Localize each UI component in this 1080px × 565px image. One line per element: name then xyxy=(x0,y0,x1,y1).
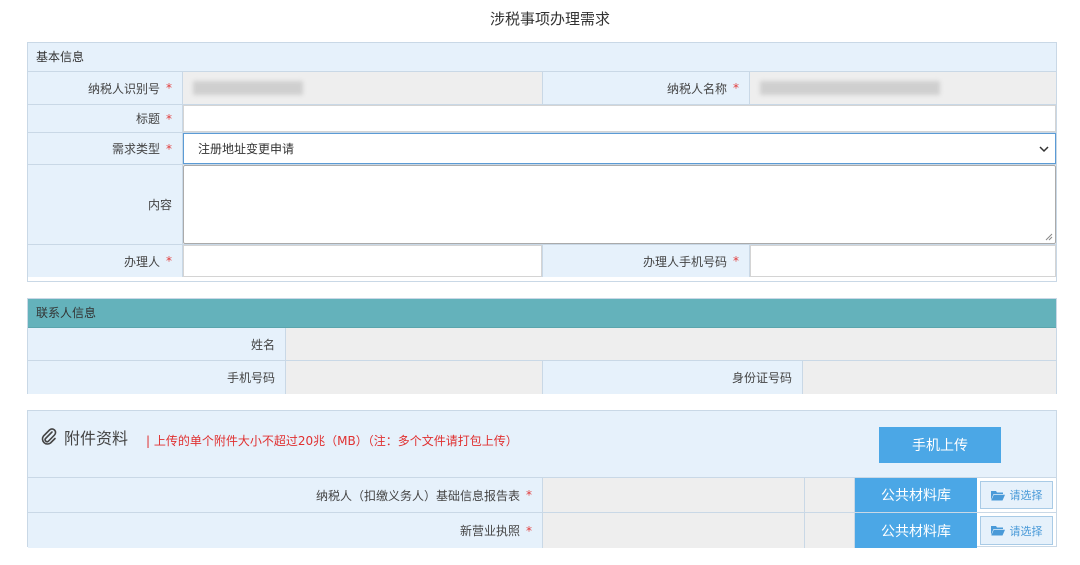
content-row: 内容 xyxy=(28,165,1056,245)
attachments-panel: | 上传的单个附件大小不超过20兆（MB）（注：多个文件请打包上传） 附件资料 … xyxy=(27,410,1057,548)
contact-phone-field[interactable] xyxy=(286,361,543,394)
taxpayer-name-field[interactable] xyxy=(750,72,1056,104)
contact-header: 联系人信息 xyxy=(28,299,1056,328)
contact-id-label: 身份证号码 xyxy=(543,361,803,394)
attachment-spacer xyxy=(805,478,855,512)
basic-info-panel: 基本信息 纳税人识别号 * 纳税人名称 * 标题 * 需求类型 * 注册地址变更申请 xyxy=(27,42,1057,282)
attachment-label: 纳税人（扣缴义务人）基础信息报告表 * xyxy=(28,478,543,512)
handler-cell xyxy=(183,245,543,277)
contact-panel: 联系人信息 姓名 手机号码 身份证号码 xyxy=(27,298,1057,394)
handler-label: 办理人 * xyxy=(28,245,183,277)
content-cell xyxy=(183,165,1056,244)
choose-cell: 请选择 xyxy=(977,513,1056,548)
handler-row: 办理人 * 办理人手机号码 * xyxy=(28,245,1056,277)
request-type-select[interactable]: 注册地址变更申请 xyxy=(183,133,1056,164)
request-type-label: 需求类型 * xyxy=(28,133,183,164)
redacted-value xyxy=(760,81,940,95)
attachments-title: 附件资料 xyxy=(40,425,128,449)
attachment-file-field xyxy=(543,478,805,512)
request-type-selected: 注册地址变更申请 xyxy=(198,142,295,156)
request-type-cell: 注册地址变更申请 xyxy=(183,133,1056,164)
choose-file-button[interactable]: 请选择 xyxy=(980,516,1053,545)
taxpayer-name-label: 纳税人名称 * xyxy=(543,72,750,104)
contact-name-row: 姓名 xyxy=(28,328,1056,361)
attachments-header: | 上传的单个附件大小不超过20兆（MB）（注：多个文件请打包上传） 附件资料 … xyxy=(28,411,1056,478)
taxpayer-id-field[interactable] xyxy=(183,72,543,104)
attachment-spacer xyxy=(805,513,855,548)
contact-name-label: 姓名 xyxy=(28,328,286,360)
contact-id-field[interactable] xyxy=(803,361,1056,394)
taxpayer-row: 纳税人识别号 * 纳税人名称 * xyxy=(28,72,1056,105)
handler-phone-input[interactable] xyxy=(750,245,1056,277)
subject-label: 标题 * xyxy=(28,105,183,132)
redacted-value xyxy=(193,81,303,95)
chevron-down-icon xyxy=(1039,145,1049,152)
subject-cell xyxy=(183,105,1056,132)
contact-phone-row: 手机号码 身份证号码 xyxy=(28,361,1056,394)
content-textarea[interactable] xyxy=(183,165,1056,244)
attachment-file-field xyxy=(543,513,805,548)
resize-grip-icon[interactable] xyxy=(1045,233,1053,241)
basic-info-header: 基本信息 xyxy=(28,43,1056,72)
taxpayer-id-label: 纳税人识别号 * xyxy=(28,72,183,104)
choose-file-button[interactable]: 请选择 xyxy=(980,481,1053,509)
handler-phone-label: 办理人手机号码 * xyxy=(543,245,750,277)
subject-row: 标题 * xyxy=(28,105,1056,133)
handler-input[interactable] xyxy=(183,245,542,277)
handler-phone-cell xyxy=(750,245,1056,277)
public-library-button[interactable]: 公共材料库 xyxy=(855,478,977,512)
folder-open-icon xyxy=(990,526,1005,536)
contact-phone-label: 手机号码 xyxy=(28,361,286,394)
page-title: 涉税事项办理需求 xyxy=(489,10,610,28)
public-library-button[interactable]: 公共材料库 xyxy=(855,513,977,548)
choose-cell: 请选择 xyxy=(977,478,1056,512)
paperclip-icon xyxy=(41,428,57,445)
request-type-row: 需求类型 * 注册地址变更申请 xyxy=(28,133,1056,165)
content-label: 内容 xyxy=(28,165,183,244)
attachment-label: 新营业执照 * xyxy=(28,513,543,548)
attachment-row: 纳税人（扣缴义务人）基础信息报告表 * 公共材料库 请选择 xyxy=(28,478,1056,513)
folder-open-icon xyxy=(990,490,1005,500)
attachment-row: 新营业执照 * 公共材料库 请选择 xyxy=(28,513,1056,548)
mobile-upload-button[interactable]: 手机上传 xyxy=(879,427,1001,463)
subject-input[interactable] xyxy=(183,105,1056,132)
contact-name-field[interactable] xyxy=(286,328,1056,360)
